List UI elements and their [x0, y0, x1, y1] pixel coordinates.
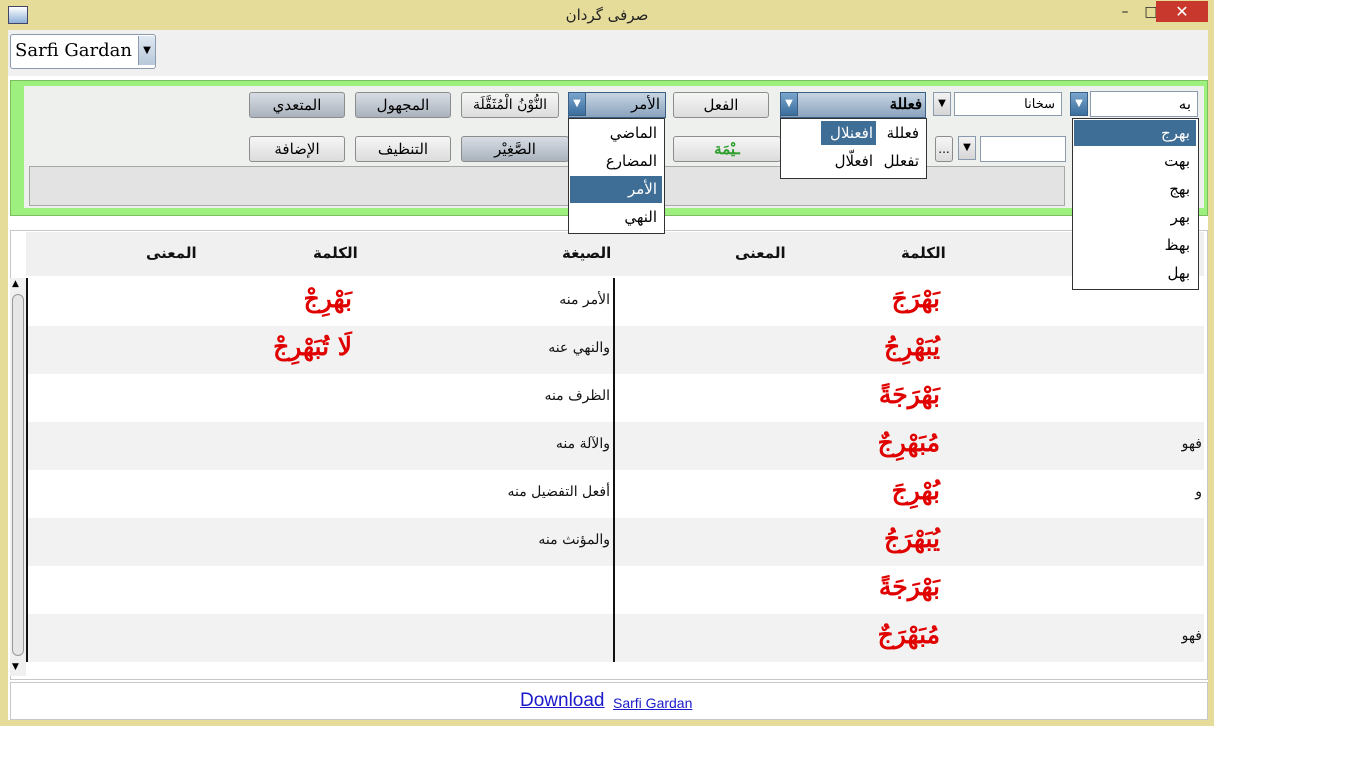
header-mana-right: المعنى [735, 244, 786, 262]
close-button[interactable]: ✕ [1156, 1, 1208, 22]
chevron-down-icon[interactable]: ▼ [958, 136, 976, 160]
word-right: يُبَهْرِجُ [884, 332, 940, 361]
saghir-button[interactable]: الصَّغِيْر [461, 136, 569, 162]
header-sigha: الصيغة [562, 244, 612, 262]
table-row [26, 278, 1204, 326]
table-row [26, 614, 1204, 662]
table-row [26, 374, 1204, 422]
footer [10, 682, 1208, 720]
table-row [26, 518, 1204, 566]
tense-option[interactable]: المضارع [570, 148, 662, 175]
header-kalima-left: الكلمة [313, 244, 358, 262]
download-link[interactable]: Download [520, 690, 605, 712]
secondary-input[interactable] [980, 136, 1066, 162]
sigha-label: الظرف منه [544, 388, 610, 404]
bab-dropdown-list: فعللة افعنلال تفعلل افعلّال [780, 118, 927, 179]
scroll-down-icon[interactable]: ▼ [12, 662, 19, 672]
root-option[interactable]: بهل [1074, 260, 1196, 286]
table-row [26, 326, 1204, 374]
word-left: لَا تُبَهْرِجْ [273, 332, 352, 361]
tense-option[interactable]: الأمر [570, 176, 662, 203]
tense-dropdown-list: الماضي المضارع الأمر النهي [568, 118, 665, 234]
word-right: بَهْرَجَةً [878, 380, 940, 409]
bab-dropdown-icon[interactable]: ▼ [780, 92, 798, 116]
mutaddi-button[interactable]: المتعدي [249, 92, 345, 118]
tanzif-button[interactable]: التنظيف [355, 136, 451, 162]
header-mana-left: المعنى [146, 244, 197, 262]
tense-combo-value: الأمر [630, 95, 660, 113]
table-row [26, 422, 1204, 470]
scroll-up-icon[interactable]: ▲ [12, 279, 19, 289]
root-option[interactable]: بهظ [1074, 232, 1196, 258]
table-row [26, 566, 1204, 614]
scrollbar-thumb[interactable] [12, 294, 24, 656]
bab-combo-value: فعللة [889, 95, 922, 113]
word-right: بُهْرِجَ [891, 476, 940, 505]
word-right: بَهْرَجَ [891, 284, 940, 313]
ellipsis-button[interactable]: ... [935, 136, 953, 162]
sarfi-gardan-link[interactable]: Sarfi Gardan [613, 695, 692, 711]
prefix-label: فهو [1181, 436, 1202, 452]
idafa-button[interactable]: الإضافة [249, 136, 345, 162]
chevron-down-icon[interactable]: ▼ [138, 36, 155, 65]
root-option[interactable]: بهرج [1074, 120, 1196, 146]
tense-option[interactable]: الماضي [570, 120, 662, 147]
root-dropdown-icon[interactable]: ▼ [1070, 92, 1088, 116]
bab-option[interactable]: تفعلل [877, 149, 922, 173]
root-option[interactable]: بهج [1074, 176, 1196, 202]
header-kalima-right: الكلمة [901, 244, 946, 262]
fil-button[interactable]: الفعل [673, 92, 769, 118]
green-text-button[interactable]: ـيْمَة [673, 136, 781, 162]
bab-option[interactable]: فعللة [877, 121, 922, 145]
top-toolbar [8, 30, 1208, 76]
root-dropdown-list: بهرج بهت بهج بهر بهظ بهل [1072, 118, 1199, 290]
word-right: مُبَهْرَجٌ [877, 620, 940, 649]
word-left: بَهْرِجْ [303, 284, 352, 313]
word-right: بَهْرَجَةً [878, 572, 940, 601]
prefix-label: فهو [1181, 628, 1202, 644]
column-divider [613, 278, 615, 662]
sigha-label: والنهي عنه [548, 340, 610, 356]
root-input[interactable]: به [1090, 91, 1198, 117]
tense-option[interactable]: النهي [570, 204, 662, 231]
sigha-label: والمؤنث منه [538, 532, 610, 548]
window-title: صرفی گردان [565, 6, 649, 24]
table-row [26, 470, 1204, 518]
majhul-button[interactable]: المجهول [355, 92, 451, 118]
sahaba-field[interactable]: سخانا [954, 92, 1062, 116]
sigha-label: أفعل التفضيل منه [507, 484, 611, 500]
table-header [26, 232, 1204, 276]
bab-option[interactable]: افعلّال [821, 149, 876, 173]
root-option[interactable]: بهر [1074, 204, 1196, 230]
sigha-label: الأمر منه [559, 292, 610, 308]
column-divider [26, 278, 28, 662]
bab-option[interactable]: افعنلال [821, 121, 876, 145]
word-right: مُبَهْرِجٌ [877, 428, 940, 457]
prefix-label: و [1195, 484, 1202, 500]
word-right: يُبَهْرَجُ [884, 524, 940, 553]
app-selector-value: Sarfi Gardan [15, 40, 132, 61]
chevron-down-icon[interactable]: ▼ [933, 92, 951, 116]
nun-muthaqqala-button[interactable]: النُّوْنُ الْمُثَقَّلَة [461, 92, 559, 118]
tense-dropdown-icon[interactable]: ▼ [568, 92, 586, 116]
sigha-label: والآلة منه [555, 436, 610, 452]
root-option[interactable]: بهت [1074, 148, 1196, 174]
